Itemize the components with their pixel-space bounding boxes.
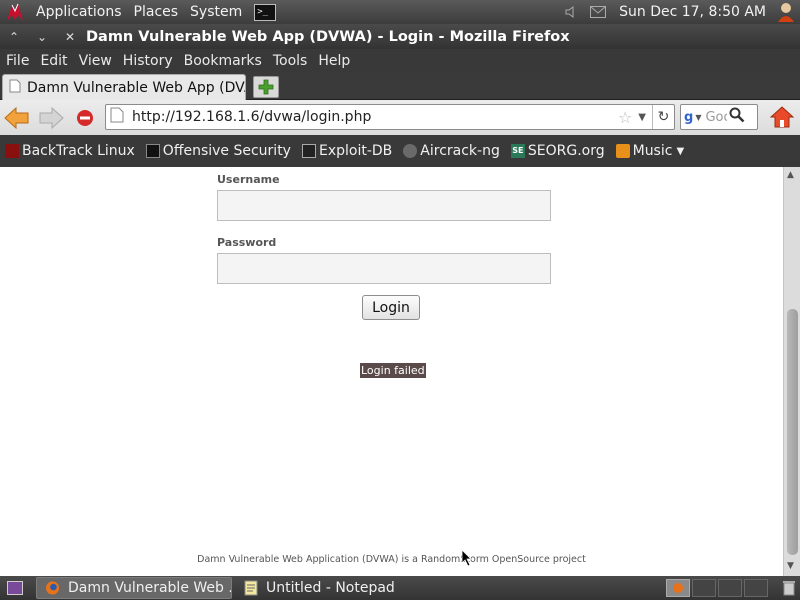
tab-strip: Damn Vulnerable Web App (DV... [0,72,800,100]
show-desktop-icon[interactable] [0,581,30,595]
bookmark-backtrack[interactable]: BackTrack Linux [5,143,135,159]
offsec-icon [145,144,160,158]
bookmark-label: SEORG.org [527,143,605,159]
google-engine-icon[interactable]: g [684,110,693,125]
aircrack-icon [403,144,418,158]
user-icon[interactable] [772,2,800,22]
exploitdb-icon [301,144,316,158]
stop-button[interactable] [68,103,102,133]
menu-file[interactable]: File [0,53,34,69]
terminal-icon[interactable]: >_ [254,3,277,21]
forward-button[interactable] [34,103,68,133]
backtrack-icon [5,144,19,158]
menu-bookmarks[interactable]: Bookmarks [178,53,267,69]
workspace-1[interactable] [666,579,690,597]
workspace-2[interactable] [692,579,716,597]
menu-bar: File Edit View History Bookmarks Tools H… [0,49,800,72]
menu-tools[interactable]: Tools [267,53,313,69]
home-button[interactable] [768,103,796,131]
site-identity-icon[interactable] [110,107,124,127]
places-menu[interactable]: Places [128,0,185,24]
vertical-scrollbar[interactable]: ▲ ▼ [783,167,800,576]
footer-text: Damn Vulnerable Web Application (DVWA) i… [197,554,586,565]
stop-icon [77,109,93,126]
new-tab-button[interactable] [253,76,279,98]
bookmark-folder-music[interactable]: Music ▼ [615,143,685,159]
menu-help[interactable]: Help [312,53,355,69]
search-icon[interactable] [729,107,745,127]
search-box[interactable]: g ▼ Google [680,104,758,130]
plus-icon [258,79,274,95]
close-icon[interactable]: ✕ [56,30,84,44]
url-bar[interactable]: http://192.168.1.6/dvwa/login.php ☆ ▼ ↻ [105,104,675,130]
task-firefox[interactable]: Damn Vulnerable Web ... [36,577,232,599]
scrollbar-thumb[interactable] [787,309,798,555]
window-titlebar[interactable]: ⌃ ⌄ ✕ Damn Vulnerable Web App (DVWA) - L… [0,24,800,49]
mail-icon[interactable] [583,6,613,18]
bookmark-label: BackTrack Linux [22,143,135,159]
chevron-down-icon: ▼ [676,145,685,157]
username-input[interactable] [217,190,551,221]
tab-label: Damn Vulnerable Web App (DV... [27,79,245,96]
login-failed-message: Login failed [360,363,426,378]
forward-arrow-icon [39,106,64,129]
firefox-icon [45,581,60,595]
task-notepad[interactable]: Untitled - Notepad [236,577,432,599]
system-menu[interactable]: System [184,0,248,24]
maximize-icon[interactable]: ⌃ [0,30,28,44]
scroll-up-icon[interactable]: ▲ [787,170,794,180]
volume-icon[interactable] [559,6,583,18]
password-input[interactable] [217,253,551,284]
applications-menu[interactable]: Applications [30,0,128,24]
bookmark-label: Music [632,143,673,159]
scroll-down-icon[interactable]: ▼ [787,561,794,571]
workspace-3[interactable] [718,579,742,597]
bottom-taskbar: Damn Vulnerable Web ... Untitled - Notep… [0,576,800,600]
bookmark-offensive-security[interactable]: Offensive Security [145,143,291,159]
mouse-cursor-icon [461,549,472,567]
tab-dvwa-login[interactable]: Damn Vulnerable Web App (DV... [2,74,246,100]
login-button[interactable]: Login [362,295,420,320]
trash-icon[interactable] [778,580,800,596]
workspace-4[interactable] [744,579,768,597]
task-label: Damn Vulnerable Web ... [68,580,231,596]
bookmarks-toolbar: BackTrack Linux Offensive Security Explo… [0,135,800,167]
window-title: Damn Vulnerable Web App (DVWA) - Login -… [86,28,570,45]
menu-history[interactable]: History [117,53,178,69]
minimize-icon[interactable]: ⌄ [28,30,56,44]
back-arrow-icon [4,106,29,129]
username-label: Username [217,173,280,186]
firefox-icon [673,583,683,593]
engine-dropdown-icon[interactable]: ▼ [695,113,701,122]
top-panel: Applications Places System >_ Sun Dec 17… [0,0,800,24]
bookmark-exploit-db[interactable]: Exploit-DB [301,143,393,159]
seorg-icon: SE [510,144,525,158]
notepad-icon [244,580,258,596]
url-text[interactable]: http://192.168.1.6/dvwa/login.php [132,109,618,125]
page-content: Username Password Login Login failed Dam… [0,167,783,576]
reload-icon[interactable]: ↻ [652,105,674,129]
folder-icon [615,144,630,158]
bookmark-label: Exploit-DB [318,143,393,159]
search-input[interactable]: Google [705,110,727,125]
bookmark-label: Offensive Security [162,143,291,159]
bookmark-star-icon[interactable]: ☆ [618,108,632,127]
menu-edit[interactable]: Edit [34,53,72,69]
bookmark-aircrack[interactable]: Aircrack-ng [403,143,500,159]
workspace-switcher[interactable] [666,579,768,597]
backtrack-dragon-icon[interactable] [0,0,30,24]
clock[interactable]: Sun Dec 17, 8:50 AM [613,4,772,20]
back-button[interactable] [0,103,34,133]
menu-view[interactable]: View [73,53,117,69]
home-icon [770,106,794,128]
task-label: Untitled - Notepad [266,580,395,596]
bookmark-seorg[interactable]: SE SEORG.org [510,143,605,159]
password-label: Password [217,236,277,249]
page-icon [9,79,21,97]
bookmark-label: Aircrack-ng [420,143,500,159]
url-dropdown-icon[interactable]: ▼ [638,112,646,123]
